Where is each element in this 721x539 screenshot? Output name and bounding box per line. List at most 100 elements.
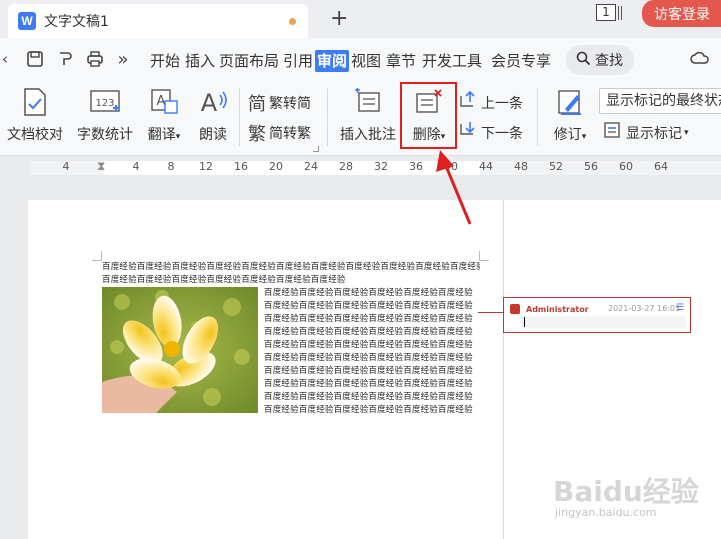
track-changes-button[interactable]: 修订▾ bbox=[546, 86, 594, 144]
word-count-button[interactable]: 123 字数统计 bbox=[74, 86, 136, 144]
translate-button[interactable]: A 翻译▾ bbox=[142, 86, 186, 144]
window-list-icon[interactable] bbox=[618, 6, 622, 20]
baidu-watermark-url: jingyan.baidu.com bbox=[555, 506, 657, 519]
show-markup-button[interactable]: 显示标记 ▾ bbox=[603, 120, 689, 145]
tab-member[interactable]: 会员专享 bbox=[491, 50, 551, 72]
document-paragraph[interactable]: 百度经验百度经验百度经验百度经验百度经验百度经验百度经验百度经验百度经验百度经验… bbox=[102, 261, 480, 287]
previous-comment-button[interactable]: 上一条 bbox=[458, 90, 523, 115]
ruler-tick: 40 bbox=[444, 160, 458, 173]
tab-chapter[interactable]: 章节 bbox=[386, 50, 416, 72]
save-icon[interactable] bbox=[24, 48, 46, 70]
insert-comment-label: 插入批注 bbox=[340, 127, 396, 143]
review-ribbon: 文档校对 123 字数统计 A 翻译▾ A 朗读 简 繁转简 繁 简转繁 插入批… bbox=[0, 82, 721, 156]
translate-dropdown-icon: ▾ bbox=[175, 132, 181, 142]
delete-highlight-box bbox=[400, 82, 457, 149]
horizontal-ruler[interactable]: ⧗ 4 4 8 12 16 20 24 28 32 36 40 44 48 52… bbox=[0, 156, 721, 180]
simp-to-trad-label: 简转繁 bbox=[269, 126, 311, 142]
unsaved-dot-icon bbox=[289, 18, 296, 25]
ruler-tick: 28 bbox=[339, 160, 353, 173]
simp-to-trad-icon: 繁 bbox=[248, 124, 266, 145]
doc-check-label: 文档校对 bbox=[7, 127, 63, 143]
doc-check-button[interactable]: 文档校对 bbox=[4, 86, 66, 144]
show-markup-dropdown-icon: ▾ bbox=[684, 127, 689, 138]
window-count-badge[interactable]: 1 bbox=[596, 4, 616, 21]
next-label: 下一条 bbox=[481, 125, 523, 142]
margin-corner-mark bbox=[92, 251, 102, 261]
ruler-tick: 48 bbox=[514, 160, 528, 173]
search-button[interactable]: 查找 bbox=[566, 45, 634, 75]
comment-balloon[interactable]: Administrator 2021-03-27 16:05 ☰ bbox=[503, 297, 691, 333]
track-changes-label: 修订▾ bbox=[553, 127, 587, 143]
read-aloud-label: 朗读 bbox=[199, 127, 227, 143]
read-aloud-icon: A bbox=[197, 86, 229, 118]
search-label: 查找 bbox=[595, 53, 623, 69]
tab-insert[interactable]: 插入 bbox=[185, 50, 215, 72]
ruler-tick: 24 bbox=[304, 160, 318, 173]
guest-login-button[interactable]: 访客登录 bbox=[642, 0, 721, 27]
insert-comment-button[interactable]: 插入批注 bbox=[336, 86, 400, 144]
group-expand-icon[interactable] bbox=[313, 146, 319, 152]
tab-home[interactable]: 开始 bbox=[150, 50, 180, 72]
text-cursor bbox=[524, 317, 525, 327]
title-bar: W 文字文稿1 + 1 访客登录 bbox=[0, 0, 721, 38]
markup-display-dropdown[interactable]: 显示标记的最终状态 bbox=[599, 88, 721, 114]
ruler-tick: 52 bbox=[549, 160, 563, 173]
margin-corner-mark bbox=[479, 251, 489, 261]
ruler-tick: 16 bbox=[234, 160, 248, 173]
ruler-tick: 4 bbox=[132, 160, 140, 173]
ruler-text-area bbox=[104, 161, 480, 175]
flower-image[interactable] bbox=[102, 287, 258, 413]
track-dropdown-icon: ▾ bbox=[581, 132, 587, 142]
simp-to-trad-button[interactable]: 繁 简转繁 bbox=[248, 120, 311, 146]
comment-menu-icon[interactable]: ☰ bbox=[676, 303, 684, 313]
read-aloud-button[interactable]: A 朗读 bbox=[193, 86, 233, 144]
ribbon-divider bbox=[537, 88, 538, 146]
word-count-label: 字数统计 bbox=[77, 127, 133, 143]
document-tab[interactable]: W 文字文稿1 bbox=[8, 4, 308, 38]
doc-check-icon bbox=[19, 86, 51, 118]
more-tools-button[interactable]: » bbox=[112, 48, 134, 70]
ruler-tick: 8 bbox=[167, 160, 175, 173]
ruler-tick: 44 bbox=[479, 160, 493, 173]
svg-text:A: A bbox=[201, 89, 218, 117]
svg-text:A: A bbox=[157, 94, 166, 109]
tab-view[interactable]: 视图 bbox=[351, 50, 381, 72]
trad-to-simp-icon: 简 bbox=[248, 94, 266, 115]
tab-page-layout[interactable]: 页面布局 bbox=[219, 50, 279, 72]
translate-label: 翻译▾ bbox=[147, 127, 181, 143]
next-comment-button[interactable]: 下一条 bbox=[458, 120, 523, 145]
document-wrapped-paragraph[interactable]: 百度经验百度经验百度经验百度经验百度经验百度经验百度经验百度经验百度经验百度经验… bbox=[264, 287, 478, 417]
track-changes-icon bbox=[554, 86, 586, 118]
user-avatar-icon bbox=[510, 304, 520, 314]
tab-references[interactable]: 引用 bbox=[283, 50, 313, 72]
search-icon bbox=[576, 51, 591, 70]
translate-icon: A bbox=[148, 86, 180, 118]
ruler-tick: 4 bbox=[62, 160, 70, 173]
trad-to-simp-button[interactable]: 简 繁转简 bbox=[248, 90, 311, 116]
previous-icon bbox=[458, 90, 478, 115]
tab-developer[interactable]: 开发工具 bbox=[422, 50, 482, 72]
format-painter-icon[interactable] bbox=[54, 48, 76, 70]
comment-text-input[interactable] bbox=[522, 316, 686, 328]
ruler-tick: 20 bbox=[269, 160, 283, 173]
document-text-line: 百度经验百度经验百度经验百度经验百度经验百度经验百度经验百度经验百度经验百度经验… bbox=[102, 262, 480, 272]
word-count-icon-text: 123 bbox=[95, 98, 114, 109]
ribbon-divider bbox=[327, 88, 328, 146]
previous-label: 上一条 bbox=[481, 95, 523, 112]
ruler-tick: 64 bbox=[654, 160, 668, 173]
chevron-left-icon[interactable]: ‹ bbox=[0, 48, 16, 70]
new-tab-button[interactable]: + bbox=[330, 6, 348, 31]
comment-timestamp: 2021-03-27 16:05 bbox=[608, 304, 681, 313]
word-count-icon: 123 bbox=[89, 86, 121, 118]
next-icon bbox=[458, 120, 478, 145]
document-title: 文字文稿1 bbox=[44, 14, 109, 30]
print-icon[interactable] bbox=[84, 48, 106, 70]
document-text-line: 百度经验百度经验百度经验百度经验百度经验百度经验百度经验 bbox=[102, 275, 346, 285]
indent-marker-icon[interactable]: ⧗ bbox=[97, 159, 105, 174]
tab-review[interactable]: 审阅 bbox=[315, 50, 350, 72]
cloud-sync-icon[interactable] bbox=[690, 50, 710, 71]
wps-writer-icon: W bbox=[18, 12, 36, 30]
show-markup-label: 显示标记 bbox=[626, 125, 682, 142]
ruler-tick: 56 bbox=[584, 160, 598, 173]
ruler-tick: 60 bbox=[619, 160, 633, 173]
